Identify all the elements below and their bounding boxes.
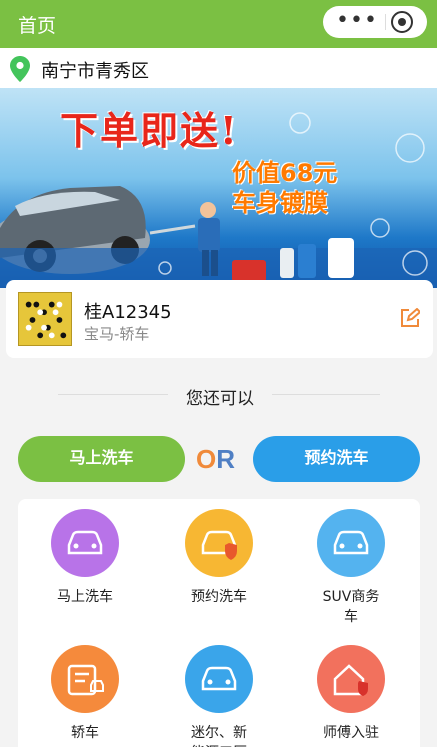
service-label: 轿车 (71, 725, 99, 741)
edit-icon[interactable] (400, 308, 420, 328)
mini-program-capsule: ••• (323, 6, 427, 38)
location-pin-icon (10, 56, 30, 82)
wash-now-button[interactable]: 马上洗车 (18, 436, 185, 482)
page-title: 首页 (18, 15, 57, 37)
vehicle-model: 宝马-轿车 (84, 325, 150, 343)
location-bar[interactable]: 南宁市青秀区 (0, 48, 437, 88)
banner-headline: 下单即送! (60, 108, 239, 153)
house-shield-icon (317, 645, 385, 713)
city-label: 南宁市青秀区 (41, 61, 149, 82)
service-technician-join[interactable]: 师傅入驻 (296, 645, 406, 743)
service-label: 迷尔、新能源三厢 (191, 725, 247, 747)
capsule-divider (385, 14, 386, 30)
service-compact[interactable]: 迷尔、新能源三厢 (164, 645, 274, 747)
promo-banner[interactable]: 下单即送! 价值68元 车身镀膜 (0, 88, 437, 288)
suv-icon (317, 509, 385, 577)
license-plate: 桂A12345 (84, 302, 172, 323)
nav-bar: 首页 ••• (0, 0, 437, 48)
services-grid: 马上洗车 预约洗车 SUV商务车 轿车 迷尔、新能源三厢 师傅入驻 (18, 499, 420, 747)
vehicle-thumbnail (18, 292, 72, 346)
service-label: 预约洗车 (191, 589, 247, 605)
service-sedan[interactable]: 轿车 (30, 645, 140, 743)
car-icon (51, 509, 119, 577)
service-label: 马上洗车 (57, 589, 113, 605)
service-book-wash[interactable]: 预约洗车 (164, 509, 274, 607)
service-label: SUV商务车 (322, 589, 380, 625)
sedan-document-icon (51, 645, 119, 713)
service-label: 师傅入驻 (323, 725, 379, 741)
section-heading: 您还可以 (168, 384, 272, 409)
service-suv[interactable]: SUV商务车 (296, 509, 406, 627)
compact-car-icon (185, 645, 253, 713)
car-shield-icon (185, 509, 253, 577)
service-wash-now[interactable]: 马上洗车 (30, 509, 140, 607)
vehicle-card[interactable]: 桂A12345 宝马-轿车 (6, 280, 433, 358)
book-wash-button[interactable]: 预约洗车 (253, 436, 420, 482)
more-dots-icon[interactable]: ••• (335, 6, 379, 38)
target-icon[interactable] (391, 11, 413, 33)
banner-coating-text: 车身镀膜 (232, 189, 328, 217)
or-label: OR (196, 444, 236, 474)
